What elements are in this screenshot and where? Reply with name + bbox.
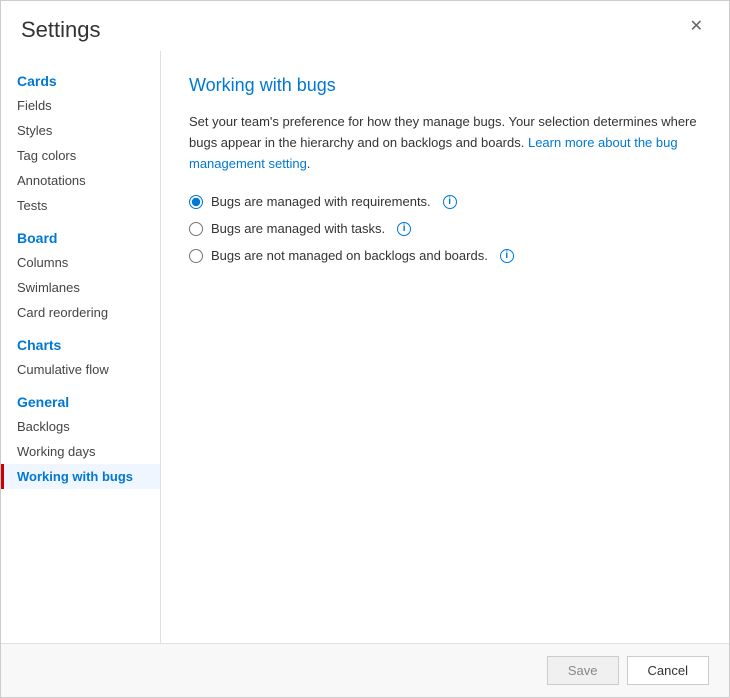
radio-label-tasks: Bugs are managed with tasks. [211,221,385,236]
dialog-title: Settings [21,17,101,43]
sidebar-item-tests[interactable]: Tests [1,193,160,218]
sidebar-section-cards: Cards [1,61,160,93]
sidebar-item-working-days[interactable]: Working days [1,439,160,464]
sidebar-item-fields[interactable]: Fields [1,93,160,118]
cancel-button[interactable]: Cancel [627,656,709,685]
radio-label-not-managed: Bugs are not managed on backlogs and boa… [211,248,488,263]
sidebar-section-general: General [1,382,160,414]
sidebar: Cards Fields Styles Tag colors Annotatio… [1,51,161,643]
description: Set your team's preference for how they … [189,112,701,174]
radio-requirements[interactable] [189,195,203,209]
info-icon-not-managed[interactable]: i [500,249,514,263]
sidebar-item-columns[interactable]: Columns [1,250,160,275]
radio-tasks[interactable] [189,222,203,236]
settings-dialog: Settings ✕ Cards Fields Styles Tag color… [0,0,730,698]
radio-option-tasks[interactable]: Bugs are managed with tasks. i [189,221,701,236]
description-text2: . [307,156,311,171]
info-icon-requirements[interactable]: i [443,195,457,209]
save-button[interactable]: Save [547,656,619,685]
radio-option-requirements[interactable]: Bugs are managed with requirements. i [189,194,701,209]
sidebar-item-tag-colors[interactable]: Tag colors [1,143,160,168]
sidebar-item-backlogs[interactable]: Backlogs [1,414,160,439]
dialog-body: Cards Fields Styles Tag colors Annotatio… [1,51,729,643]
content-title: Working with bugs [189,75,701,96]
sidebar-item-card-reordering[interactable]: Card reordering [1,300,160,325]
info-icon-tasks[interactable]: i [397,222,411,236]
close-button[interactable]: ✕ [684,17,709,37]
sidebar-item-working-with-bugs[interactable]: Working with bugs [1,464,160,489]
radio-label-requirements: Bugs are managed with requirements. [211,194,431,209]
sidebar-section-charts: Charts [1,325,160,357]
main-content: Working with bugs Set your team's prefer… [161,51,729,643]
radio-option-not-managed[interactable]: Bugs are not managed on backlogs and boa… [189,248,701,263]
sidebar-item-styles[interactable]: Styles [1,118,160,143]
radio-group: Bugs are managed with requirements. i Bu… [189,194,701,263]
sidebar-section-board: Board [1,218,160,250]
sidebar-item-cumulative-flow[interactable]: Cumulative flow [1,357,160,382]
dialog-footer: Save Cancel [1,643,729,697]
sidebar-item-swimlanes[interactable]: Swimlanes [1,275,160,300]
sidebar-item-annotations[interactable]: Annotations [1,168,160,193]
dialog-header: Settings ✕ [1,1,729,51]
radio-not-managed[interactable] [189,249,203,263]
